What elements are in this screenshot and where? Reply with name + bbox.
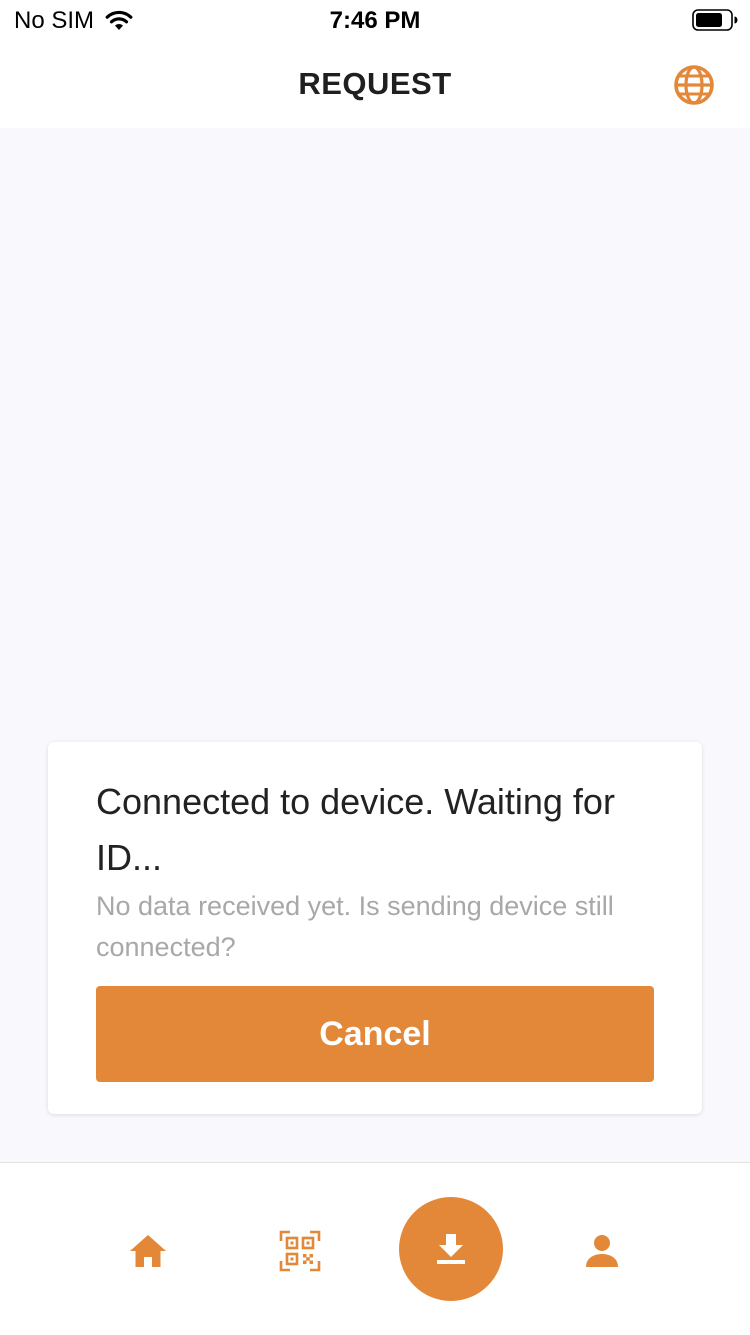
battery-icon — [692, 9, 738, 31]
page-title: REQUEST — [298, 66, 452, 101]
tab-scan[interactable] — [270, 1223, 330, 1279]
app-header: REQUEST — [0, 40, 750, 128]
status-hint: No data received yet. Is sending device … — [96, 891, 614, 962]
tab-profile[interactable] — [572, 1223, 632, 1279]
qr-code-icon — [279, 1230, 321, 1272]
connection-status-card: Connected to device. Waiting for ID... N… — [48, 742, 702, 1114]
tab-home[interactable] — [118, 1223, 178, 1279]
bottom-tab-bar — [0, 1162, 750, 1335]
tab-request[interactable] — [399, 1197, 503, 1301]
status-bar: No SIM 7:46 PM — [0, 0, 750, 40]
status-message: Connected to device. Waiting for ID... — [96, 781, 615, 878]
download-icon — [437, 1234, 465, 1264]
main-content: Connected to device. Waiting for ID... N… — [0, 128, 750, 1162]
globe-icon — [674, 65, 714, 105]
person-icon — [586, 1235, 618, 1267]
language-button[interactable] — [672, 63, 716, 107]
cancel-button[interactable]: Cancel — [96, 986, 654, 1082]
home-icon — [130, 1235, 166, 1267]
clock: 7:46 PM — [329, 7, 421, 34]
